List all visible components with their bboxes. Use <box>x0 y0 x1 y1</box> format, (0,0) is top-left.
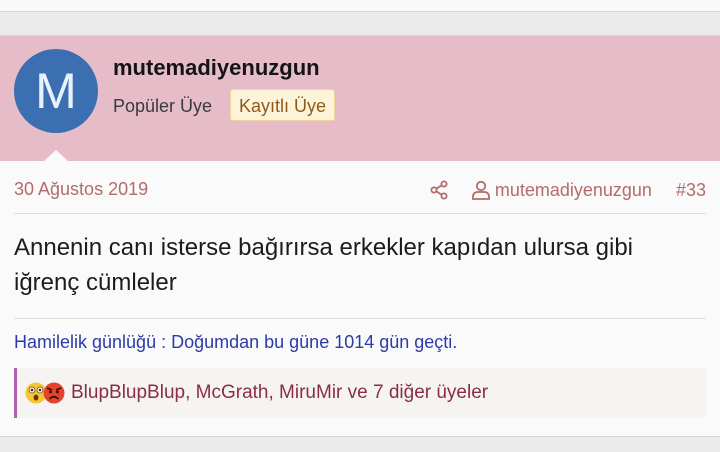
header-pointer-arrow <box>43 150 69 162</box>
angry-face-icon <box>43 382 65 404</box>
post-date-link[interactable]: 30 Ağustos 2019 <box>14 179 148 200</box>
meta-divider <box>14 213 706 214</box>
signature-divider <box>14 318 706 319</box>
post-author-link[interactable]: mutemadiyenuzgun <box>495 180 652 201</box>
user-icon <box>471 180 490 200</box>
post-message: Annenin canı isterse bağırırsa erkekler … <box>14 234 634 296</box>
signature-text: Hamilelik günlüğü : Doğumdan bu güne 101… <box>14 332 458 352</box>
previous-post-card-edge <box>0 0 720 12</box>
post-meta-actions: mutemadiyenuzgun #33 <box>429 176 706 204</box>
reaction-users-text[interactable]: BlupBlupBlup, McGrath, MiruMir ve 7 diğe… <box>71 382 488 404</box>
user-title: Popüler Üye <box>113 96 213 116</box>
forum-post: M mutemadiyenuzgun Popüler Üye Kayıtlı Ü… <box>0 35 720 437</box>
post-number-link[interactable]: #33 <box>676 180 706 201</box>
reactions-bar[interactable]: BlupBlupBlup, McGrath, MiruMir ve 7 diğe… <box>14 368 706 418</box>
share-icon[interactable] <box>429 180 449 200</box>
user-badge: Kayıtlı Üye <box>230 89 336 121</box>
avatar[interactable]: M <box>14 49 98 133</box>
user-header: M mutemadiyenuzgun Popüler Üye Kayıtlı Ü… <box>0 36 720 162</box>
username-link[interactable]: mutemadiyenuzgun <box>113 55 320 81</box>
